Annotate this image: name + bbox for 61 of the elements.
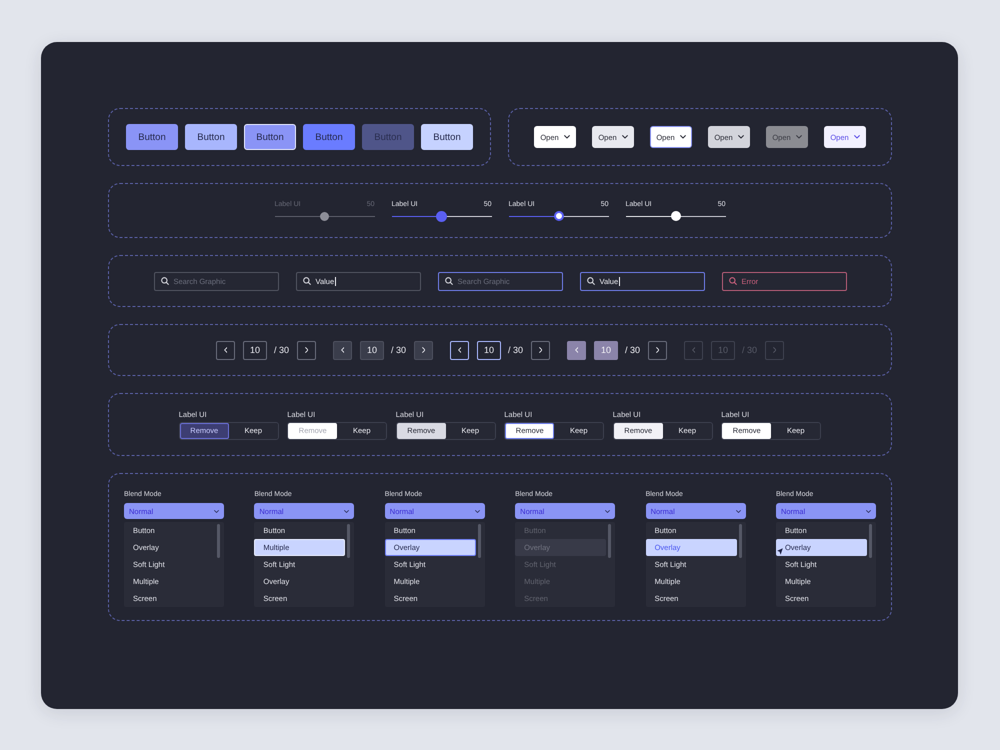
search-icon [728, 277, 736, 285]
chevron-down-icon [214, 510, 219, 512]
slider-thumb[interactable] [554, 211, 564, 221]
chevron-right-icon [538, 347, 542, 353]
scrollbar-thumb[interactable] [738, 524, 742, 558]
slider-track[interactable] [626, 210, 726, 222]
slider-track[interactable] [274, 210, 374, 222]
scrollbar-thumb[interactable] [868, 524, 872, 558]
chevron-down-icon [738, 135, 744, 139]
demo-button[interactable]: Button [421, 124, 473, 150]
search-icon [160, 277, 168, 285]
chevron-left-icon [692, 347, 696, 353]
text-cursor-icon [335, 276, 336, 286]
page-number-field[interactable]: 10 [476, 340, 501, 360]
previous-page-button[interactable] [450, 340, 469, 360]
page-total: / 30 [508, 345, 523, 355]
chevron-down-icon [474, 510, 480, 512]
chevron-down-icon [344, 510, 350, 512]
chevron-left-icon [574, 347, 578, 353]
scrollbar-thumb[interactable] [608, 524, 612, 558]
slider-track[interactable] [508, 210, 608, 222]
page-number-field[interactable]: 10 [242, 340, 267, 360]
demo-button[interactable]: Button [303, 124, 355, 150]
chevron-down-icon [605, 510, 610, 512]
next-page-button[interactable] [648, 340, 668, 360]
page-total: / 30 [274, 345, 289, 355]
chevron-down-icon [680, 135, 686, 139]
next-page-button[interactable] [296, 340, 316, 360]
search-icon [302, 277, 310, 285]
search-icon [586, 277, 594, 285]
page-total: / 30 [625, 345, 640, 355]
search-icon [444, 277, 452, 285]
scrollbar-thumb[interactable] [478, 524, 481, 558]
scrollbar-thumb[interactable] [347, 524, 350, 558]
chevron-down-icon [796, 135, 802, 139]
chevron-left-icon [340, 347, 344, 353]
chevron-down-icon [866, 510, 871, 512]
page-total: / 30 [390, 345, 406, 355]
next-page-button[interactable] [531, 340, 550, 360]
chevron-left-icon [458, 347, 462, 353]
chevron-down-icon [622, 135, 628, 139]
demo-button[interactable]: Button [244, 124, 296, 150]
mouse-pointer-icon [776, 548, 783, 555]
chevron-down-icon [854, 135, 860, 139]
chevron-down-icon [736, 510, 741, 512]
chevron-right-icon [304, 347, 308, 353]
slider-track[interactable] [392, 210, 492, 222]
chevron-left-icon [224, 347, 228, 353]
chevron-right-icon [772, 347, 776, 353]
page-number-field[interactable]: 10 [360, 340, 384, 360]
chevron-right-icon [422, 347, 426, 353]
chevron-down-icon [564, 135, 570, 139]
text-cursor-icon [619, 276, 620, 286]
chevron-right-icon [656, 347, 660, 353]
demo-button[interactable]: Button [185, 124, 237, 150]
slider-thumb[interactable] [436, 210, 447, 222]
scrollbar-thumb[interactable] [217, 524, 220, 558]
next-page-button[interactable] [414, 340, 433, 360]
demo-button[interactable]: Button [126, 124, 178, 150]
slider-thumb[interactable] [320, 212, 329, 220]
previous-page-button[interactable] [567, 340, 586, 360]
